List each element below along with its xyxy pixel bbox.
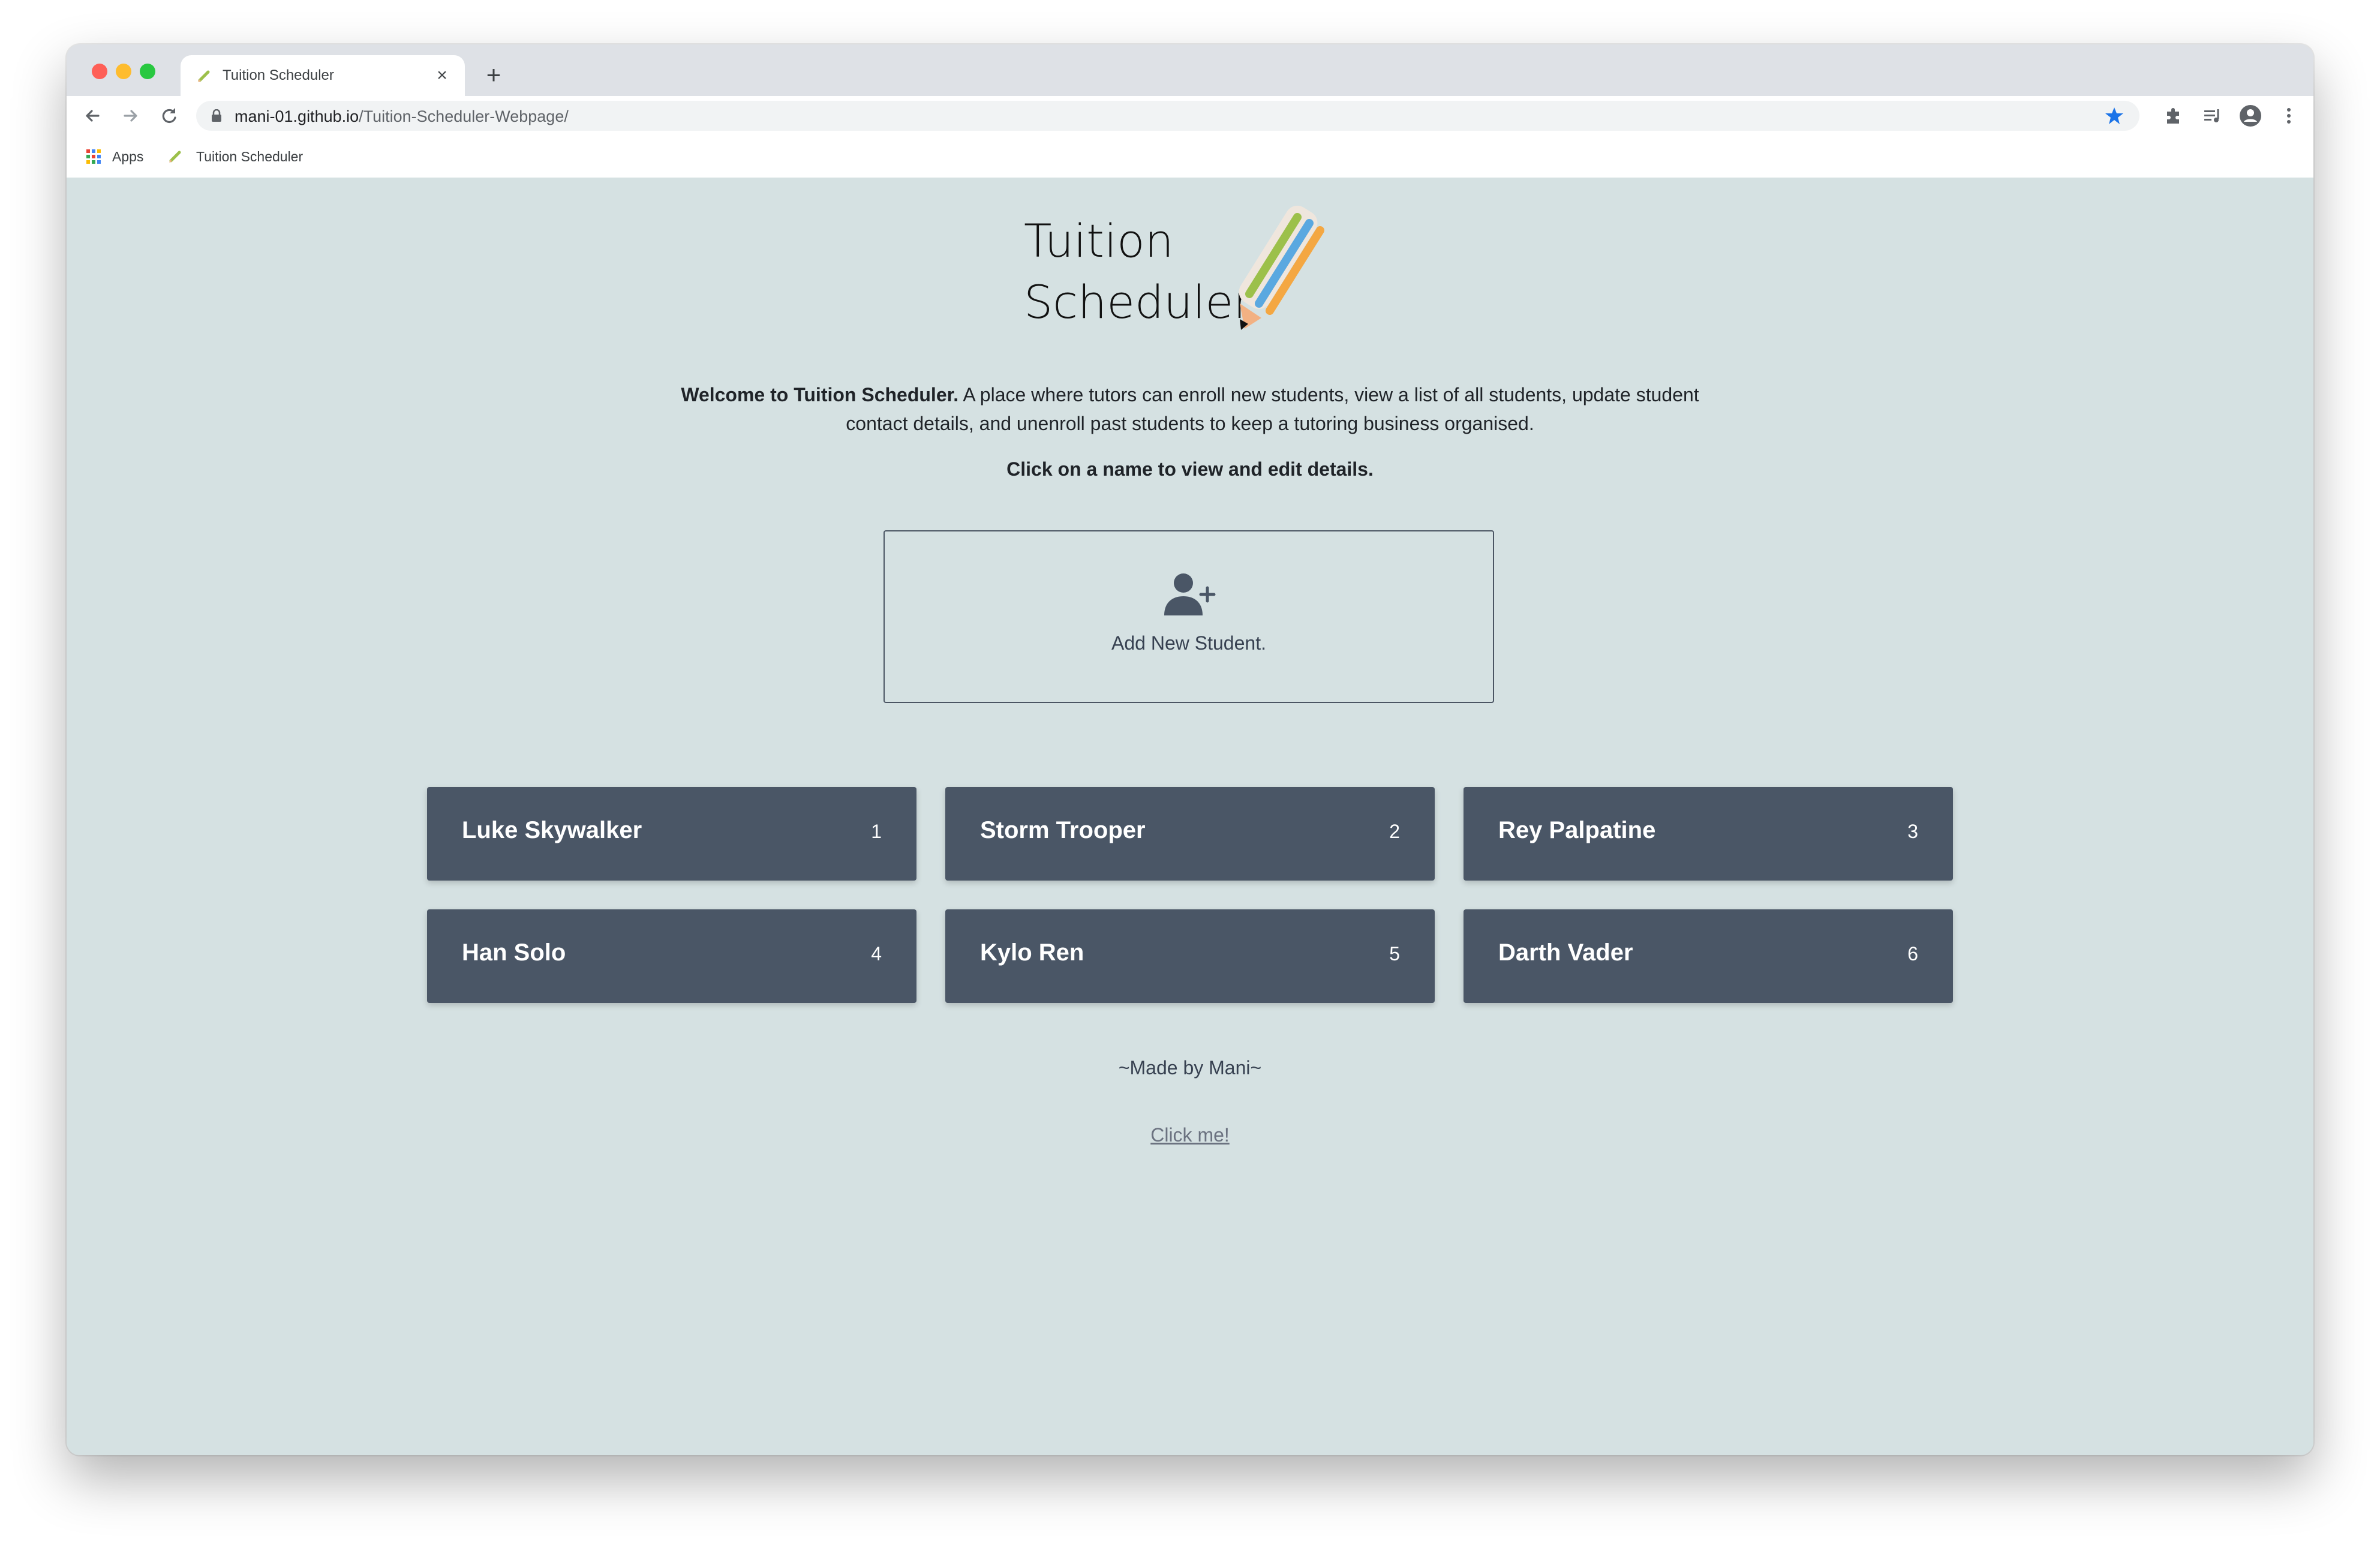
student-number: 2 xyxy=(1389,821,1400,842)
lock-icon xyxy=(212,109,221,122)
bookmarks-bar: Apps Tuition Scheduler xyxy=(67,136,2313,179)
student-card[interactable]: Storm Trooper 2 xyxy=(945,787,1435,881)
student-name: Darth Vader xyxy=(1498,939,1633,966)
address-bar[interactable]: mani-01.github.io/Tuition-Scheduler-Webp… xyxy=(196,101,2139,131)
logo-text-line-1: Tuition xyxy=(1024,214,1174,268)
pencil-icon xyxy=(1239,205,1324,330)
student-number: 5 xyxy=(1389,943,1400,965)
bookmark-tuition-scheduler[interactable]: Tuition Scheduler xyxy=(196,149,303,165)
tab-title: Tuition Scheduler xyxy=(223,67,334,83)
browser-menu-icon[interactable] xyxy=(2276,103,2301,128)
intro-bold: Welcome to Tuition Scheduler. xyxy=(681,384,959,405)
student-number: 1 xyxy=(871,821,882,842)
footer-credit: ~Made by Mani~ xyxy=(1118,1057,1262,1079)
tab-close-icon[interactable]: × xyxy=(430,64,454,88)
apps-grid-icon[interactable] xyxy=(85,148,103,166)
footer-link[interactable]: Click me! xyxy=(67,1124,2313,1146)
close-window-button[interactable] xyxy=(92,64,107,79)
minimize-window-button[interactable] xyxy=(116,64,131,79)
reload-icon[interactable] xyxy=(155,102,183,130)
student-card[interactable]: Rey Palpatine 3 xyxy=(1464,787,1953,881)
browser-toolbar: mani-01.github.io/Tuition-Scheduler-Webp… xyxy=(67,96,2313,136)
url-path: /Tuition-Scheduler-Webpage/ xyxy=(359,107,569,125)
browser-window: Tuition Scheduler × + mani-01.github.io/… xyxy=(67,44,2313,1455)
add-new-student-button[interactable]: Add New Student. xyxy=(884,530,1494,703)
student-name: Luke Skywalker xyxy=(462,817,642,843)
pencil-favicon-icon xyxy=(198,70,210,82)
student-name: Rey Palpatine xyxy=(1498,817,1656,843)
maximize-window-button[interactable] xyxy=(140,64,155,79)
intro-text: Welcome to Tuition Scheduler. A place wh… xyxy=(666,380,1714,438)
student-name: Storm Trooper xyxy=(980,817,1146,843)
add-user-icon xyxy=(1164,573,1216,615)
student-card[interactable]: Luke Skywalker 1 xyxy=(427,787,916,881)
media-queue-icon[interactable] xyxy=(2199,103,2225,128)
logo-text-line-2: Scheduler xyxy=(1024,275,1252,329)
student-number: 6 xyxy=(1907,943,1918,965)
browser-titlebar: Tuition Scheduler × + xyxy=(67,44,2313,96)
url-text: mani-01.github.io/Tuition-Scheduler-Webp… xyxy=(235,107,569,126)
student-card[interactable]: Kylo Ren 5 xyxy=(945,909,1435,1003)
tuition-scheduler-logo: Tuition Scheduler xyxy=(1024,205,1324,330)
page-content: Tuition Scheduler Welcome to Tuition Sch… xyxy=(67,178,2313,1455)
new-tab-button[interactable]: + xyxy=(480,62,507,89)
student-card[interactable]: Darth Vader 6 xyxy=(1464,909,1953,1003)
instruction-text: Click on a name to view and edit details… xyxy=(1006,458,1374,480)
profile-avatar-icon[interactable] xyxy=(2238,103,2263,128)
forward-arrow-icon[interactable] xyxy=(117,102,145,130)
url-domain: mani-01.github.io xyxy=(235,107,359,125)
browser-tab[interactable]: Tuition Scheduler × xyxy=(181,55,465,96)
bookmark-star-icon[interactable] xyxy=(2103,105,2125,127)
student-number: 4 xyxy=(871,943,882,965)
student-number: 3 xyxy=(1907,821,1918,842)
intro-rest: A place where tutors can enroll new stud… xyxy=(846,384,1699,434)
back-arrow-icon[interactable] xyxy=(79,102,106,130)
extensions-puzzle-icon[interactable] xyxy=(2161,103,2186,128)
student-name: Han Solo xyxy=(462,939,566,966)
student-name: Kylo Ren xyxy=(980,939,1084,966)
pencil-bookmark-icon xyxy=(169,151,181,163)
bookmark-apps[interactable]: Apps xyxy=(112,149,143,165)
add-new-student-label: Add New Student. xyxy=(1111,632,1266,654)
student-card[interactable]: Han Solo 4 xyxy=(427,909,916,1003)
